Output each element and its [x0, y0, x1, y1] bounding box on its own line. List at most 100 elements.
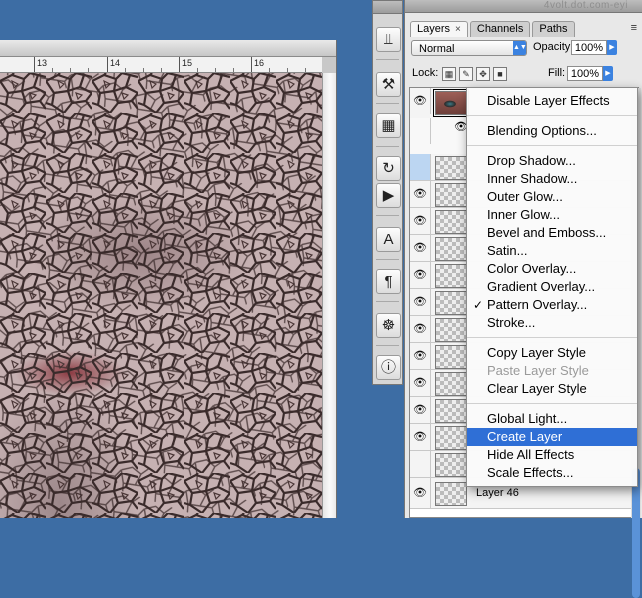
ruler-tick — [34, 57, 35, 72]
menu-item[interactable]: Stroke... — [467, 314, 637, 332]
eye-icon[interactable]: 👁 — [410, 235, 431, 261]
fill-label: Fill: — [548, 67, 566, 79]
panel-tabs: Layers × Channels Paths — [410, 21, 577, 37]
ruler-tick — [251, 57, 252, 72]
layer-thumbnail — [435, 426, 467, 450]
play-icon[interactable]: ▶ — [376, 183, 401, 208]
menu-item[interactable]: Global Light... — [467, 410, 637, 428]
menu-item[interactable]: Color Overlay... — [467, 260, 637, 278]
layer-thumbnail — [435, 183, 467, 207]
tab-layers[interactable]: Layers × — [410, 21, 468, 37]
eye-icon[interactable]: 👁 — [410, 181, 431, 207]
layer-thumbnail — [435, 210, 467, 234]
menu-item[interactable]: Pattern Overlay... ✓ — [467, 296, 637, 314]
eye-icon[interactable] — [410, 451, 431, 477]
blend-mode-select[interactable]: Normal ▲▼ — [411, 40, 527, 56]
menu-item[interactable]: Disable Layer Effects — [467, 92, 637, 110]
menu-item[interactable]: Inner Glow... — [467, 206, 637, 224]
tab-paths[interactable]: Paths — [532, 21, 575, 37]
eye-icon[interactable] — [410, 118, 431, 144]
menu-item[interactable]: Inner Shadow... — [467, 170, 637, 188]
lock-label: Lock: — [412, 67, 439, 79]
stained-glass-texture — [0, 73, 322, 518]
paragraph-icon[interactable]: ¶ — [376, 269, 401, 294]
eye-icon[interactable]: 👁 — [410, 316, 431, 342]
opacity-slider-arrow-icon[interactable]: ▶ — [607, 40, 617, 55]
menu-separator — [467, 337, 637, 338]
dock-grip[interactable] — [373, 1, 402, 14]
actions-icon[interactable]: ↻ — [376, 156, 401, 181]
ruler-tick — [107, 57, 108, 72]
blend-row: Normal ▲▼ Opacity: 100% ▶ — [409, 39, 639, 59]
usb-icon[interactable]: ⫫ — [376, 27, 401, 52]
fill-slider-arrow-icon[interactable]: ▶ — [603, 66, 613, 81]
eye-icon[interactable]: 👁 — [410, 343, 431, 369]
eye-icon[interactable]: 👁 — [410, 478, 431, 508]
ruler-tick — [179, 57, 180, 72]
lock-pixels-icon[interactable]: ✎ — [459, 67, 473, 81]
image-canvas[interactable] — [0, 73, 322, 518]
menu-separator — [467, 115, 637, 116]
layer-thumbnail — [435, 482, 467, 506]
scrollbar-thumb[interactable] — [632, 468, 640, 598]
menu-item[interactable]: Copy Layer Style — [467, 344, 637, 362]
layer-thumbnail — [435, 372, 467, 396]
watermark: 4volt.dot.com-eyi — [543, 0, 628, 11]
menu-separator — [467, 145, 637, 146]
eye-icon[interactable]: 👁 — [410, 88, 431, 114]
tab-layers-label: Layers — [417, 23, 451, 35]
ruler-label-14: 14 — [110, 58, 121, 68]
ruler-label-16: 16 — [254, 58, 265, 68]
opacity-field[interactable]: 100% — [571, 40, 607, 55]
layer-thumbnail — [435, 237, 467, 261]
tools-icon[interactable]: ⚒ — [376, 72, 401, 97]
menu-item[interactable]: Outer Glow... — [467, 188, 637, 206]
close-icon[interactable]: × — [455, 24, 461, 35]
lock-position-icon[interactable]: ✥ — [476, 67, 490, 81]
panel-dock-tools: ⫫ ⚒ ▦ ↻ ▶ A ¶ ☸ ⓘ — [372, 0, 403, 385]
eye-icon[interactable]: 👁 — [410, 208, 431, 234]
layer-thumbnail — [435, 291, 467, 315]
eye-icon[interactable]: 👁 — [410, 397, 431, 423]
ruler-label-13: 13 — [37, 58, 48, 68]
menu-item[interactable]: Blending Options... — [467, 122, 637, 140]
eye-icon[interactable]: 👁 — [410, 289, 431, 315]
menu-item[interactable]: Create Layer — [467, 428, 637, 446]
layer-thumbnail — [435, 264, 467, 288]
layer-style-context-menu: Disable Layer Effects Blending Options...… — [466, 87, 638, 487]
layer-thumbnail — [435, 399, 467, 423]
menu-item: Paste Layer Style — [487, 363, 589, 378]
eye-icon[interactable] — [410, 154, 431, 180]
checkmark-icon: ✓ — [473, 298, 484, 312]
menu-item[interactable]: Bevel and Emboss... — [467, 224, 637, 242]
lock-all-icon[interactable]: ■ — [493, 67, 507, 81]
menu-item[interactable]: Scale Effects... — [467, 464, 637, 482]
ruler-label-15: 15 — [182, 58, 193, 68]
menu-item[interactable]: Hide All Effects — [467, 446, 637, 464]
menu-item[interactable]: Satin... — [467, 242, 637, 260]
panel-grip[interactable]: 4volt.dot.com-eyi — [405, 0, 642, 13]
layer-thumbnail — [433, 89, 469, 117]
layer-thumbnail — [435, 156, 467, 180]
menu-item[interactable]: Gradient Overlay... — [467, 278, 637, 296]
eye-icon[interactable]: 👁 — [410, 424, 431, 450]
info-icon[interactable]: ⓘ — [376, 355, 401, 380]
panel-menu-icon[interactable]: ≡ — [631, 22, 637, 34]
menu-separator — [467, 403, 637, 404]
lock-transparency-icon[interactable]: ▦ — [442, 67, 456, 81]
grid-icon[interactable]: ▦ — [376, 113, 401, 138]
vertical-scrollbar[interactable] — [322, 73, 336, 518]
menu-item[interactable]: Drop Shadow... — [467, 152, 637, 170]
layer-thumbnail — [435, 345, 467, 369]
document-titlebar[interactable] — [0, 40, 336, 57]
layer-thumbnail — [435, 453, 467, 477]
tab-channels[interactable]: Channels — [469, 21, 531, 37]
fill-field[interactable]: 100% — [567, 66, 603, 81]
document-window: 13 14 15 16 — [0, 40, 337, 518]
eye-icon[interactable]: 👁 — [410, 370, 431, 396]
chevron-down-icon: ▲▼ — [513, 41, 527, 55]
text-icon[interactable]: A — [376, 227, 401, 252]
eye-icon[interactable]: 👁 — [410, 262, 431, 288]
navigator-icon[interactable]: ☸ — [376, 313, 401, 338]
menu-item[interactable]: Clear Layer Style — [467, 380, 637, 398]
